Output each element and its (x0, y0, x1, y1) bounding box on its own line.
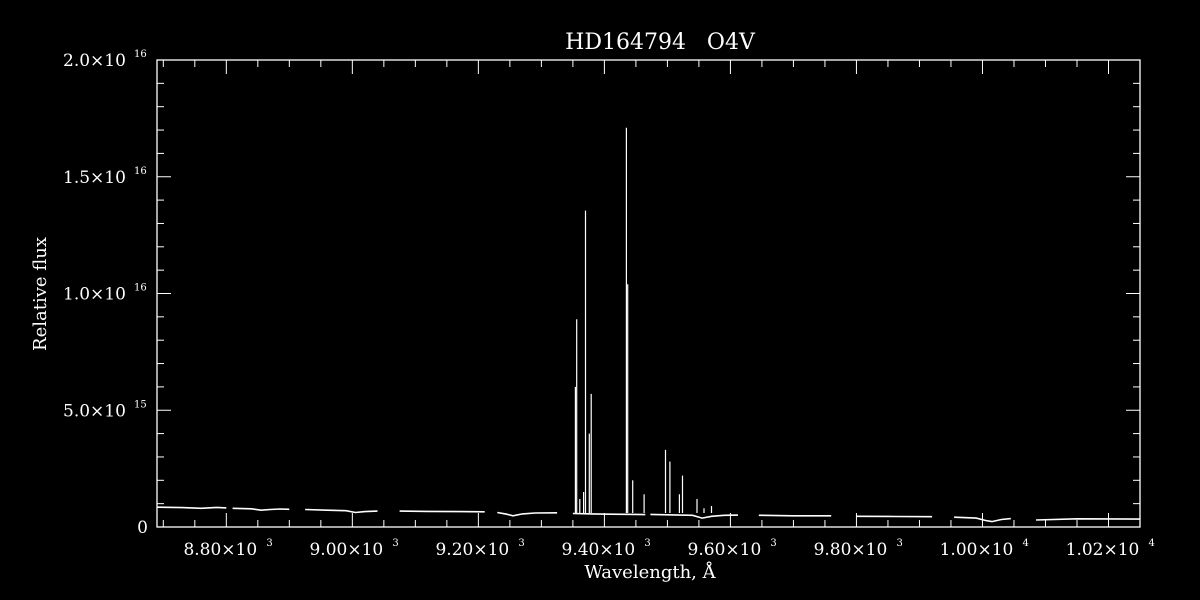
x-tick-label: 1.00×10 (940, 540, 1014, 560)
chart-title: HD164794 O4V (565, 30, 756, 55)
y-tick-label: 5.0×10 (63, 401, 126, 421)
x-tick-label: 1.02×10 (1066, 540, 1140, 560)
spectrum-chart: HD164794 O4V Wavelength, Å Relative flux… (30, 30, 1155, 583)
x-tick-label: 9.00×10 (309, 540, 383, 560)
x-tick-exponent: 3 (518, 538, 524, 549)
x-tick-exponent: 3 (770, 538, 776, 549)
x-tick-label: 9.20×10 (435, 540, 509, 560)
y-tick-label: 1.0×10 (63, 285, 126, 305)
y-tick-label: 2.0×10 (63, 51, 126, 71)
y-tick-label: 0 (137, 518, 148, 538)
x-tick-exponent: 4 (1148, 538, 1154, 549)
plot-frame (156, 59, 1141, 528)
y-tick-label: 1.5×10 (63, 168, 126, 188)
y-axis-ticks: 0 5.0×10 15 1.0×10 16 1.5×10 16 2.0×10 16 (63, 49, 1140, 538)
spectrum-segment (572, 512, 646, 516)
x-tick-exponent: 3 (266, 538, 272, 549)
spectrum-series (156, 127, 1141, 523)
y-tick-exponent: 15 (134, 399, 147, 410)
x-tick-exponent: 3 (392, 538, 398, 549)
y-tick-exponent: 16 (134, 166, 147, 177)
x-axis-ticks: 8.80×10 3 9.00×10 3 9.20×10 3 9.40×10 3 9.60×10 3… (162, 60, 1155, 560)
x-tick-label: 9.40×10 (562, 540, 636, 560)
y-axis-label: Relative flux (30, 237, 51, 351)
axes-frame (156, 59, 1141, 528)
x-tick-exponent: 4 (1022, 538, 1028, 549)
x-tick-exponent: 3 (644, 538, 650, 549)
x-axis-label: Wavelength, Å (584, 561, 716, 583)
spectrum-segment (758, 514, 832, 517)
x-tick-exponent: 3 (896, 538, 902, 549)
spectrum-segment (232, 507, 290, 512)
spectrum-segment (497, 511, 558, 517)
x-tick-label: 8.80×10 (183, 540, 257, 560)
y-tick-exponent: 16 (134, 49, 147, 60)
x-tick-label: 9.60×10 (688, 540, 762, 560)
y-tick-exponent: 16 (134, 283, 147, 294)
spectrum-segment (156, 506, 227, 510)
spectrum-segment (1035, 517, 1141, 521)
spectrum-segment (305, 508, 378, 514)
spectrum-segment (399, 510, 485, 513)
spectrum-segment (650, 513, 739, 519)
x-tick-label: 9.80×10 (814, 540, 888, 560)
